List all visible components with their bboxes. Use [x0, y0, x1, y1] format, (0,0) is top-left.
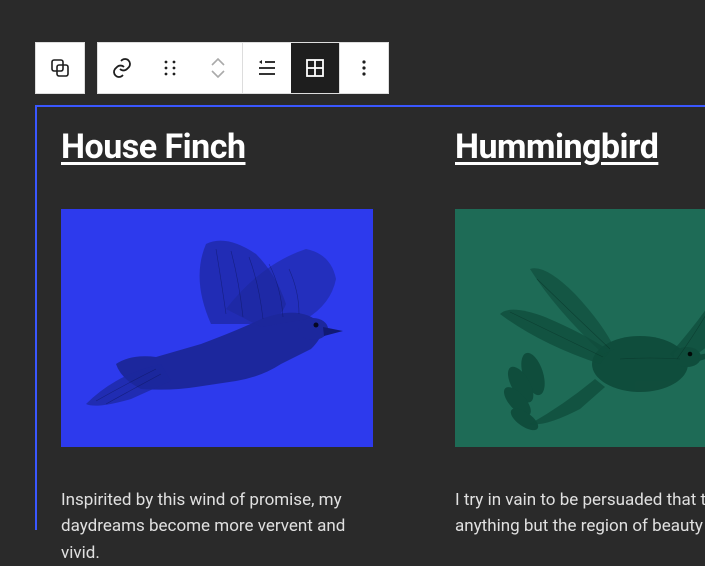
- hummingbird-illustration: [455, 209, 705, 447]
- column-image[interactable]: [455, 209, 705, 447]
- columns-block[interactable]: House Finch: [35, 105, 705, 530]
- column-heading[interactable]: Hummingbird: [455, 127, 705, 167]
- column-text[interactable]: Inspirited by this wind of promise, my d…: [61, 487, 373, 566]
- move-buttons: [194, 43, 242, 93]
- column-heading[interactable]: House Finch: [61, 127, 373, 167]
- toolbar-group-more: [340, 42, 389, 94]
- parent-block-button[interactable]: [36, 43, 84, 93]
- toolbar-group-layout: [243, 42, 340, 94]
- drag-icon: [161, 59, 179, 77]
- column-1[interactable]: House Finch: [61, 127, 373, 530]
- chevron-up-icon[interactable]: [211, 58, 225, 66]
- block-toolbar: [35, 42, 389, 94]
- grid-icon: [303, 56, 327, 80]
- house-finch-illustration: [61, 209, 373, 447]
- link-button[interactable]: [98, 43, 146, 93]
- toolbar-group-parent: [35, 42, 85, 94]
- grid-view-button[interactable]: [291, 43, 339, 93]
- list-view-button[interactable]: [243, 43, 291, 93]
- group-icon: [48, 56, 72, 80]
- column-2[interactable]: Hummingbird: [455, 127, 705, 530]
- drag-handle-button[interactable]: [146, 43, 194, 93]
- column-text[interactable]: I try in vain to be persuaded that the a…: [455, 487, 705, 540]
- toolbar-group-link: [97, 42, 243, 94]
- chevron-down-icon[interactable]: [211, 70, 225, 78]
- link-icon: [110, 56, 134, 80]
- more-vertical-icon: [354, 58, 374, 78]
- more-options-button[interactable]: [340, 43, 388, 93]
- list-outdent-icon: [255, 56, 279, 80]
- column-image[interactable]: [61, 209, 373, 447]
